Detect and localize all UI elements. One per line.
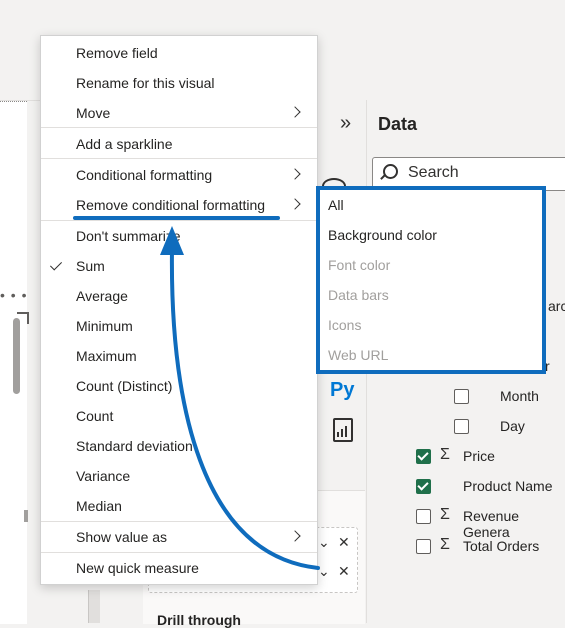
- field-label-day[interactable]: Day: [500, 418, 525, 434]
- menu-item-label: Maximum: [76, 348, 137, 364]
- menu-item-maximum[interactable]: Maximum: [41, 341, 317, 371]
- menu-item-standard-deviation[interactable]: Standard deviation: [41, 431, 317, 461]
- menu-item-label: Don't summarize: [76, 228, 181, 244]
- submenu-item-data-bars: Data bars: [320, 280, 542, 310]
- menu-item-remove-field[interactable]: Remove field: [41, 38, 317, 68]
- menu-item-label: New quick measure: [76, 560, 199, 576]
- submenu-item-label: Data bars: [328, 287, 389, 303]
- menu-item-label: Average: [76, 288, 128, 304]
- search-icon: [383, 164, 398, 179]
- field-label-partial: arc: [548, 298, 565, 314]
- menu-item-label: Show value as: [76, 529, 168, 545]
- menu-item-average[interactable]: Average: [41, 281, 317, 311]
- menu-item-add-sparkline[interactable]: Add a sparkline: [41, 129, 317, 159]
- chevron-right-icon: [289, 530, 301, 542]
- chevron-down-icon[interactable]: ⌄: [318, 563, 330, 580]
- checkmark-icon: [49, 258, 63, 271]
- submenu-item-label: Font color: [328, 257, 391, 273]
- canvas-handle[interactable]: [24, 510, 28, 522]
- field-context-menu: Remove field Rename for this visual Move…: [40, 35, 318, 585]
- sigma-icon: Σ: [440, 446, 450, 463]
- submenu-item-web-url: Web URL: [320, 340, 542, 370]
- python-visual-icon[interactable]: Py: [330, 379, 354, 402]
- submenu-item-label: Background color: [328, 227, 437, 243]
- menu-item-count-distinct[interactable]: Count (Distinct): [41, 371, 317, 401]
- menu-item-show-value-as[interactable]: Show value as: [41, 522, 317, 552]
- field-label-price[interactable]: Price: [463, 448, 495, 464]
- remove-conditional-formatting-submenu: All Background color Font color Data bar…: [316, 186, 546, 374]
- field-label-revenue[interactable]: Revenue Genera: [463, 508, 565, 540]
- menu-item-minimum[interactable]: Minimum: [41, 311, 317, 341]
- menu-item-label: Rename for this visual: [76, 75, 215, 91]
- menu-item-count[interactable]: Count: [41, 401, 317, 431]
- drill-through-heading: Drill through: [157, 612, 241, 628]
- close-icon[interactable]: ✕: [338, 563, 350, 580]
- menu-item-label: Standard deviation: [76, 438, 193, 454]
- sigma-icon: Σ: [440, 536, 450, 553]
- submenu-item-label: Web URL: [328, 347, 389, 363]
- field-checkbox[interactable]: [454, 419, 469, 434]
- menu-item-label: Minimum: [76, 318, 133, 334]
- field-checkbox-checked[interactable]: [416, 479, 431, 494]
- menu-item-label: Remove conditional formatting: [76, 197, 266, 213]
- chevron-right-icon: [289, 106, 301, 118]
- menu-item-label: Add a sparkline: [76, 136, 173, 152]
- field-label-total-orders[interactable]: Total Orders: [463, 538, 539, 554]
- field-label-product-name[interactable]: Product Name: [463, 478, 552, 494]
- menu-divider: [41, 127, 317, 128]
- field-checkbox[interactable]: [454, 389, 469, 404]
- menu-item-median[interactable]: Median: [41, 491, 317, 521]
- close-icon[interactable]: ✕: [338, 534, 350, 551]
- submenu-item-all[interactable]: All: [320, 190, 542, 220]
- submenu-item-font-color: Font color: [320, 250, 542, 280]
- highlight-underline: [73, 216, 280, 220]
- submenu-item-label: All: [328, 197, 344, 213]
- chevron-down-icon[interactable]: ⌄: [318, 534, 330, 551]
- menu-item-move[interactable]: Move: [41, 98, 317, 128]
- field-checkbox[interactable]: [416, 509, 431, 524]
- submenu-item-background-color[interactable]: Background color: [320, 220, 542, 250]
- menu-divider: [41, 158, 317, 159]
- menu-item-dont-summarize[interactable]: Don't summarize: [41, 221, 317, 251]
- menu-item-label: Sum: [76, 258, 105, 274]
- menu-item-sum[interactable]: Sum: [41, 251, 317, 281]
- menu-item-label: Count (Distinct): [76, 378, 173, 394]
- menu-item-new-quick-measure[interactable]: New quick measure: [41, 553, 317, 583]
- menu-item-label: Move: [76, 105, 111, 121]
- field-checkbox-checked[interactable]: [416, 449, 431, 464]
- menu-item-label: Remove field: [76, 45, 158, 61]
- sigma-icon: Σ: [440, 506, 450, 523]
- menu-item-label: Conditional formatting: [76, 167, 213, 183]
- menu-item-variance[interactable]: Variance: [41, 461, 317, 491]
- double-chevron-right-icon[interactable]: »: [340, 112, 351, 135]
- field-label-month[interactable]: Month: [500, 388, 539, 404]
- canvas-scrollbar[interactable]: [13, 318, 20, 394]
- chevron-right-icon: [289, 198, 301, 210]
- submenu-item-label: Icons: [328, 317, 362, 333]
- field-checkbox[interactable]: [416, 539, 431, 554]
- menu-item-rename[interactable]: Rename for this visual: [41, 68, 317, 98]
- data-pane-title: Data: [378, 114, 418, 134]
- paginated-report-icon[interactable]: [333, 418, 353, 442]
- search-placeholder[interactable]: Search: [408, 164, 459, 182]
- menu-item-label: Variance: [76, 468, 131, 484]
- menu-item-conditional-formatting[interactable]: Conditional formatting: [41, 160, 317, 190]
- menu-item-label: Median: [76, 498, 122, 514]
- more-options-icon[interactable]: • • •: [0, 287, 27, 303]
- chevron-right-icon: [289, 168, 301, 180]
- submenu-item-icons: Icons: [320, 310, 542, 340]
- menu-item-label: Count: [76, 408, 114, 424]
